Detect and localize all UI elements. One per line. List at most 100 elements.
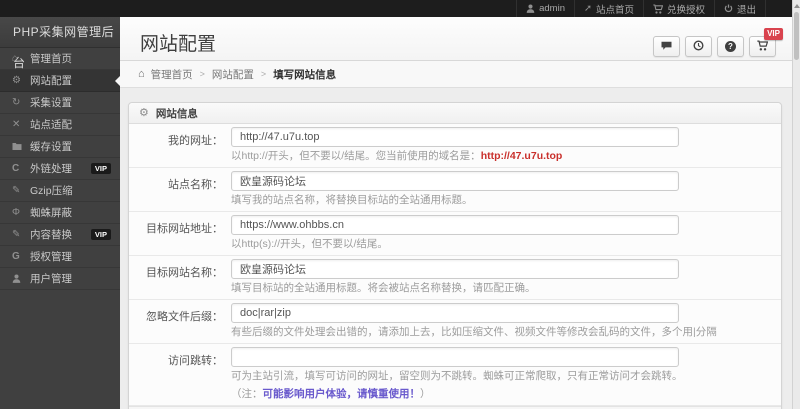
sidebar-item-label: 管理首页 [30, 53, 72, 65]
refresh-icon: C [12, 162, 20, 174]
my-url-input[interactable] [231, 127, 679, 147]
question-icon: ? [725, 41, 736, 52]
target-url-input[interactable] [231, 215, 679, 235]
sidebar-item-label: 站点适配 [30, 119, 72, 131]
field-help: 填写我的站点名称，将替换目标站的全站通用标题。 [231, 194, 473, 206]
cart-icon [757, 38, 769, 56]
scroll-up-icon [794, 4, 800, 8]
home-icon: ⌂ [138, 68, 145, 80]
vertical-scrollbar[interactable] [792, 0, 800, 409]
pencil-icon: ✎ [12, 228, 21, 240]
field-label: 目标网站地址： [146, 223, 223, 235]
field-row-ignore-suffix: 忽略文件后缀： 有些后缀的文件处理会出错的，请添加上去，比如压缩文件、视频文件等… [129, 300, 781, 344]
sync-icon: ↻ [12, 96, 21, 108]
sidebar-item-external-links[interactable]: C 外链处理 VIP [0, 158, 120, 180]
external-link-icon: ➚ [583, 3, 592, 14]
field-label: 忽略文件后缀： [146, 311, 223, 323]
field-row-visit-redirect: 访问跳转： 可为主站引流，填写可访问的网址，留空则为不跳转。蜘蛛可正常爬取，只有… [129, 344, 781, 406]
vip-badge: VIP [90, 162, 111, 175]
sidebar-item-spider-block[interactable]: Φ 蜘蛛屏蔽 [0, 202, 120, 224]
page-title: 网站配置 [140, 34, 217, 55]
comment-icon [661, 38, 672, 56]
sidebar-item-label: Gzip压缩 [30, 185, 73, 197]
sidebar-item-site-adapt[interactable]: ✕ 站点适配 [0, 114, 120, 136]
scrollbar-thumb[interactable] [794, 12, 799, 60]
panel-title: 网站信息 [155, 107, 198, 120]
field-label: 我的网址： [168, 135, 223, 147]
clock-button[interactable] [685, 36, 712, 57]
field-help: 以http(s)://开头，但不要以/结尾。 [231, 238, 388, 250]
topbar-logout[interactable]: 退出 [713, 0, 766, 17]
folder-icon [12, 142, 30, 151]
topbar-logout-label: 退出 [736, 4, 756, 16]
breadcrumb-separator: > [260, 69, 267, 79]
vip-badge: VIP [764, 28, 783, 40]
topbar-user-label: admin [539, 3, 565, 14]
clock-icon [693, 38, 704, 56]
help-button[interactable]: ? [717, 36, 744, 57]
sidebar-item-license-manage[interactable]: G 授权管理 [0, 246, 120, 268]
field-row-target-name: 目标网站名称： 填写目标站的全站通用标题。将会被站点名称替换，请匹配正确。 [129, 256, 781, 300]
site-info-panel: ⚙ 网站信息 我的网址： 以http://开头，但不要以/结尾。您当前使用的域名… [128, 102, 782, 409]
sidebar-item-admin-home[interactable]: ⌂ 管理首页 [0, 48, 120, 70]
site-name-input[interactable] [231, 171, 679, 191]
gear-icon: ⚙ [12, 74, 21, 86]
topbar-exchange-auth[interactable]: 兑换授权 [642, 0, 714, 17]
topbar-user[interactable]: admin [516, 0, 574, 17]
sidebar-item-label: 用户管理 [30, 273, 72, 285]
field-help: 以http://开头，但不要以/结尾。您当前使用的域名是：http://47.u… [231, 150, 563, 162]
breadcrumb-separator: > [199, 69, 205, 79]
brand-title: PHP采集网管理后台 [0, 17, 120, 70]
comment-button[interactable] [653, 36, 680, 57]
sidebar-item-content-replace[interactable]: ✎ 内容替换 VIP [0, 224, 120, 246]
shuffle-icon: ✕ [12, 118, 21, 130]
sidebar-item-label: 采集设置 [30, 97, 72, 109]
visit-redirect-input[interactable] [231, 347, 679, 367]
pencil-icon: ✎ [12, 184, 21, 196]
shop-button[interactable]: VIP [749, 28, 783, 57]
field-row-my-url: 我的网址： 以http://开头，但不要以/结尾。您当前使用的域名是：http:… [129, 124, 781, 168]
user-icon [526, 4, 535, 13]
sidebar-item-label: 网站配置 [30, 75, 72, 87]
ignore-suffix-input[interactable] [231, 303, 679, 323]
header-toolbar: ? VIP [653, 28, 783, 57]
gear-icon: ⚙ [139, 106, 149, 119]
sidebar-item-cache-settings[interactable]: 缓存设置 [0, 136, 120, 158]
sidebar-item-gzip[interactable]: ✎ Gzip压缩 [0, 180, 120, 202]
topbar: admin ➚ 站点首页 兑换授权 退出 [0, 0, 792, 17]
current-domain-highlight: http://47.u7u.top [480, 150, 563, 162]
sidebar-item-site-config[interactable]: ⚙ 网站配置 [0, 70, 120, 92]
content-area: ⚙ 网站信息 我的网址： 以http://开头，但不要以/结尾。您当前使用的域名… [120, 88, 792, 409]
page-header: 网站配置 ? VIP [120, 17, 792, 61]
bug-icon: Φ [12, 206, 20, 218]
main-content: 网站配置 ? VIP ⌂ 管理首页 > 网站配置 > 填写网站信息 ⚙ 网站信息… [120, 17, 792, 409]
cart-icon [653, 3, 663, 14]
sidebar-item-label: 缓存设置 [30, 141, 72, 153]
topbar-site-home[interactable]: ➚ 站点首页 [573, 0, 643, 17]
breadcrumb-site-config[interactable]: 网站配置 [212, 67, 254, 82]
target-name-input[interactable] [231, 259, 679, 279]
vip-badge: VIP [90, 228, 111, 241]
sidebar-item-user-manage[interactable]: 用户管理 [0, 268, 120, 290]
breadcrumb-current: 填写网站信息 [273, 68, 337, 81]
panel-header: ⚙ 网站信息 [129, 103, 781, 124]
sidebar-item-label: 外链处理 [30, 163, 72, 175]
breadcrumb-admin-home[interactable]: 管理首页 [151, 67, 193, 82]
field-help: 可为主站引流，填写可访问的网址，留空则为不跳转。蜘蛛可正常爬取，只有正常访问才会… [231, 370, 683, 382]
field-label: 站点名称： [168, 179, 223, 191]
sidebar-item-collect-settings[interactable]: ↻ 采集设置 [0, 92, 120, 114]
sidebar: PHP采集网管理后台 ⌂ 管理首页 ⚙ 网站配置 ↻ 采集设置 ✕ 站点适配 缓… [0, 17, 120, 409]
home-icon: ⌂ [12, 52, 19, 64]
power-icon [724, 4, 733, 13]
topbar-site-home-label: 站点首页 [595, 4, 634, 16]
license-icon: G [12, 250, 20, 262]
field-help: 填写目标站的全站通用标题。将会被站点名称替换，请匹配正确。 [231, 282, 536, 294]
warning-note-highlight: 可能影响用户体验，请慎重使用！ [262, 388, 421, 400]
breadcrumb: ⌂ 管理首页 > 网站配置 > 填写网站信息 [120, 61, 792, 88]
user-icon [12, 274, 30, 283]
field-help: 有些后缀的文件处理会出错的，请添加上去，比如压缩文件、视频文件等修改会乱码的文件… [231, 326, 717, 338]
sidebar-item-label: 蜘蛛屏蔽 [30, 207, 72, 219]
topbar-exchange-auth-label: 兑换授权 [666, 4, 705, 16]
sidebar-item-label: 授权管理 [30, 251, 72, 263]
field-help-note: （注：可能影响用户体验，请慎重使用！） [231, 388, 431, 400]
